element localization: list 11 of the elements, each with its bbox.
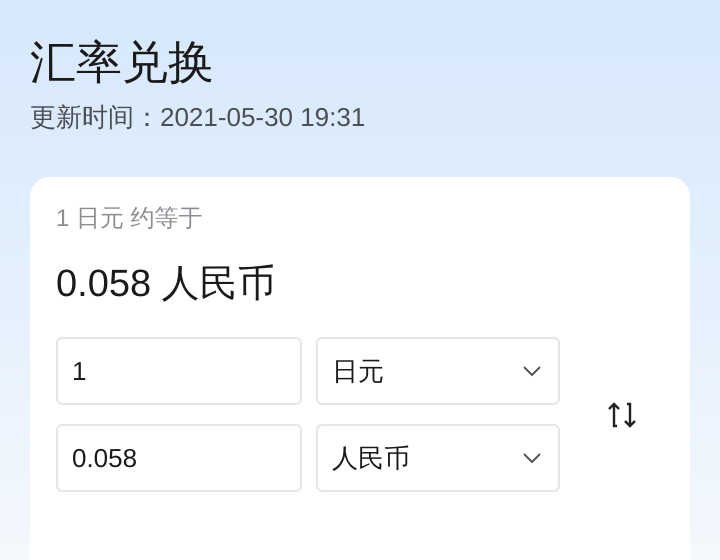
chevron-down-icon xyxy=(522,452,542,464)
currency-dropdown[interactable]: 日元 xyxy=(316,337,560,405)
rate-summary: 1 日元 约等于 xyxy=(56,204,203,234)
amount-input[interactable]: 0.058 xyxy=(56,424,302,492)
amount-input[interactable]: 1 xyxy=(56,337,302,405)
chevron-down-icon xyxy=(522,365,542,377)
rate-result: 0.058 人民币 xyxy=(56,262,276,307)
swap-icon xyxy=(608,400,636,430)
currency-dropdown[interactable]: 人民币 xyxy=(316,424,560,492)
page-title: 汇率兑换 xyxy=(30,35,214,90)
update-time: 更新时间：2021-05-30 19:31 xyxy=(30,101,366,134)
